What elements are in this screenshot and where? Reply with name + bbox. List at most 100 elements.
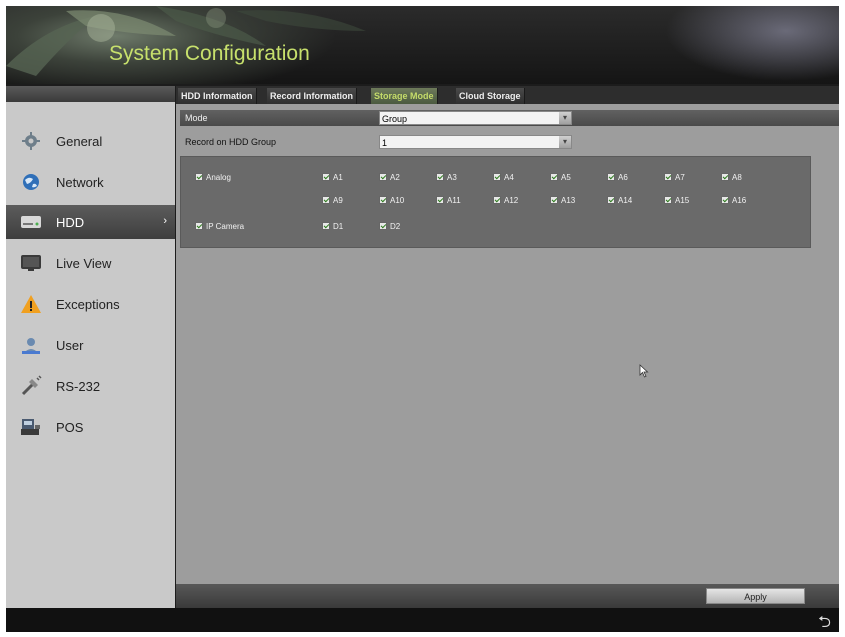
checkbox-checked-icon <box>195 173 203 181</box>
channel-checkbox-a6[interactable]: A6 <box>607 171 628 183</box>
checkbox-checked-icon <box>607 196 615 204</box>
channel-checkbox-a8[interactable]: A8 <box>721 171 742 183</box>
checkbox-label: A3 <box>447 172 457 182</box>
checkbox-checked-icon <box>607 173 615 181</box>
tab-record-information[interactable]: Record Information <box>267 88 358 104</box>
sidebar-item-exceptions[interactable]: Exceptions <box>6 287 175 321</box>
hdd-group-row: Record on HDD Group 1 ▾ <box>180 134 839 150</box>
channel-checkbox-a4[interactable]: A4 <box>493 171 514 183</box>
checkbox-label: A1 <box>333 172 343 182</box>
channel-checkbox-a3[interactable]: A3 <box>436 171 457 183</box>
channel-checkbox-a7[interactable]: A7 <box>664 171 685 183</box>
hdd-group-label: Record on HDD Group <box>185 137 277 147</box>
mode-row: Mode Group ▾ <box>180 110 839 126</box>
sidebar-item-hdd[interactable]: HDD › <box>6 205 175 239</box>
channel-checkbox-d1[interactable]: D1 <box>322 220 343 232</box>
channel-checkbox-d2[interactable]: D2 <box>379 220 400 232</box>
channel-checkbox-a2[interactable]: A2 <box>379 171 400 183</box>
mode-select[interactable]: Group ▾ <box>379 111 572 125</box>
checkbox-label: D2 <box>390 221 401 231</box>
checkbox-label: A14 <box>618 195 633 205</box>
analog-checkbox[interactable]: Analog <box>195 171 231 183</box>
checkbox-label: A8 <box>732 172 742 182</box>
checkbox-checked-icon <box>379 173 387 181</box>
serial-port-icon <box>19 374 43 398</box>
tab-storage-mode[interactable]: Storage Mode <box>371 88 438 104</box>
checkbox-label: A2 <box>390 172 400 182</box>
checkbox-label: A15 <box>675 195 690 205</box>
channel-checkbox-a16[interactable]: A16 <box>721 194 746 206</box>
checkbox-checked-icon <box>322 173 330 181</box>
channel-checkbox-a14[interactable]: A14 <box>607 194 632 206</box>
mouse-cursor-icon <box>639 364 649 378</box>
channel-checkbox-a11[interactable]: A11 <box>436 194 461 206</box>
checkbox-checked-icon <box>379 196 387 204</box>
checkbox-checked-icon <box>195 222 203 230</box>
channel-selection-box: Analog A1 A2 A3 A4 A5 A6 A7 A8 A9 A10 A1… <box>180 156 811 248</box>
sidebar-header-bar <box>6 86 175 102</box>
monitor-icon <box>19 251 43 275</box>
sidebar-item-live-view[interactable]: Live View <box>6 246 175 280</box>
checkbox-label: A10 <box>390 195 405 205</box>
sidebar-item-network[interactable]: Network <box>6 165 175 199</box>
sidebar: General Network HDD › Live View Exceptio… <box>6 86 175 608</box>
tab-cloud-storage[interactable]: Cloud Storage <box>456 88 525 104</box>
globe-icon <box>19 170 43 194</box>
apply-button[interactable]: Apply <box>706 588 805 604</box>
channel-checkbox-a15[interactable]: A15 <box>664 194 689 206</box>
checkbox-checked-icon <box>322 222 330 230</box>
checkbox-label: A7 <box>675 172 685 182</box>
sidebar-item-label: Exceptions <box>56 296 120 312</box>
page-title: System Configuration <box>109 42 310 65</box>
sidebar-item-label: Live View <box>56 255 112 271</box>
back-arrow-icon[interactable]: ⮌ <box>818 611 831 632</box>
sidebar-item-pos[interactable]: POS <box>6 410 175 444</box>
channel-checkbox-a5[interactable]: A5 <box>550 171 571 183</box>
warning-icon <box>19 292 43 316</box>
checkbox-checked-icon <box>379 222 387 230</box>
ip-camera-checkbox[interactable]: IP Camera <box>195 220 244 232</box>
sidebar-item-label: POS <box>56 419 84 435</box>
checkbox-label: A5 <box>561 172 571 182</box>
checkbox-checked-icon <box>436 196 444 204</box>
checkbox-label: A4 <box>504 172 514 182</box>
header: System Configuration <box>6 6 839 84</box>
checkbox-label: A9 <box>333 195 343 205</box>
sidebar-item-general[interactable]: General <box>6 124 175 158</box>
checkbox-label: D1 <box>333 221 344 231</box>
checkbox-checked-icon <box>664 173 672 181</box>
checkbox-label: A11 <box>447 195 461 205</box>
tab-hdd-information[interactable]: HDD Information <box>178 88 257 104</box>
pos-terminal-icon <box>19 415 43 439</box>
sidebar-item-rs232[interactable]: RS-232 <box>6 369 175 403</box>
sidebar-item-user[interactable]: User <box>6 328 175 362</box>
chevron-right-icon: › <box>163 215 167 227</box>
channel-checkbox-a1[interactable]: A1 <box>322 171 343 183</box>
checkbox-checked-icon <box>721 173 729 181</box>
sidebar-item-label: General <box>56 133 103 149</box>
chevron-down-icon[interactable]: ▾ <box>559 136 571 148</box>
channel-checkbox-a12[interactable]: A12 <box>493 194 518 206</box>
sidebar-item-label: RS-232 <box>56 378 101 394</box>
hdd-group-value: 1 <box>382 138 388 148</box>
checkbox-label: A13 <box>561 195 576 205</box>
checkbox-checked-icon <box>550 173 558 181</box>
channel-checkbox-a9[interactable]: A9 <box>322 194 343 206</box>
status-bar: ⮌ <box>6 608 839 632</box>
checkbox-checked-icon <box>436 173 444 181</box>
mode-label: Mode <box>185 113 208 123</box>
bottom-action-bar: Apply <box>176 584 839 608</box>
checkbox-checked-icon <box>550 196 558 204</box>
sidebar-item-label: User <box>56 337 84 353</box>
channel-checkbox-a13[interactable]: A13 <box>550 194 575 206</box>
channel-checkbox-a10[interactable]: A10 <box>379 194 404 206</box>
checkbox-checked-icon <box>664 196 672 204</box>
checkbox-label: IP Camera <box>206 221 245 231</box>
hdd-group-select[interactable]: 1 ▾ <box>379 135 572 149</box>
gear-icon <box>19 129 43 153</box>
sidebar-item-label: Network <box>56 174 104 190</box>
chevron-down-icon[interactable]: ▾ <box>559 112 571 124</box>
tab-bar: HDD Information Record Information Stora… <box>176 86 839 104</box>
checkbox-checked-icon <box>721 196 729 204</box>
app-window: System Configuration General Network HDD… <box>6 6 839 632</box>
